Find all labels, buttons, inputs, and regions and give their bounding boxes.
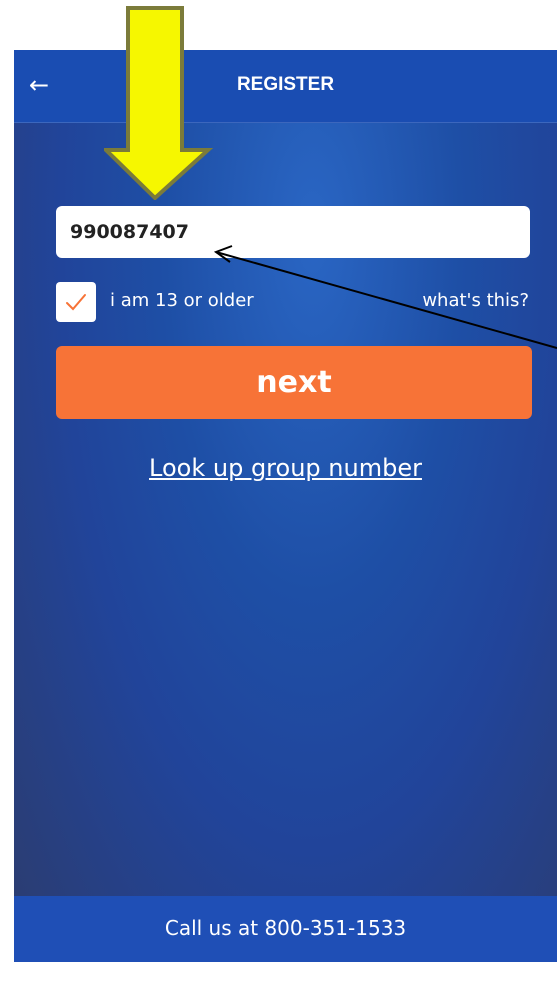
age-checkbox-label: i am 13 or older — [110, 290, 254, 311]
age-checkbox[interactable] — [56, 282, 96, 322]
header-bar: ← REGISTER — [14, 50, 557, 123]
next-button[interactable]: next — [56, 346, 532, 419]
down-arrow-icon — [104, 6, 214, 200]
group-number-input[interactable] — [56, 206, 530, 258]
lookup-group-number-link[interactable]: Look up group number — [14, 454, 557, 482]
call-us-text[interactable]: Call us at 800-351-1533 — [14, 916, 557, 940]
page-title: REGISTER — [236, 74, 335, 95]
footer-bar: Call us at 800-351-1533 — [14, 896, 557, 962]
app-screen: ← REGISTER i am 13 or older what's this?… — [14, 50, 557, 962]
checkmark-icon — [66, 294, 86, 311]
whats-this-link[interactable]: what's this? — [422, 290, 529, 311]
